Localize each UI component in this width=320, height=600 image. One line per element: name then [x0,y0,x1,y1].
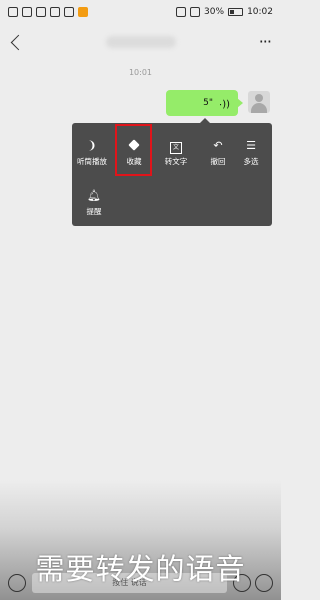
mute-icon [190,7,201,17]
menu-item-label: 转文字 [164,157,188,166]
voice-message-bubble[interactable]: 5" ((· [166,90,243,116]
bell-icon: 🔔︎ [87,189,101,202]
chat-title-blurred [106,36,177,48]
ear-icon: ❩ [87,139,97,152]
chat-header: ··· [0,26,281,58]
status-left-icons [8,7,88,17]
undo-icon: ↶ [213,139,223,152]
eye-icon [176,7,187,17]
menu-item-multi-select[interactable]: ☰ 多选 [231,133,271,173]
status-right: 30% 10:02 [176,7,273,17]
menu-item-label: 多选 [243,157,259,166]
app-notification-icon [64,7,74,17]
text-icon: 文 [170,139,182,154]
menu-item-label: 提醒 [86,207,102,216]
app-notification-icon [78,7,88,17]
app-notification-icon [50,7,60,17]
favorite-highlight-box [115,124,152,176]
message-context-menu: ❩ 听筒播放 收藏 文 转文字 ↶ 撤回 ☰ 多选 🔔︎ 提醒 [72,118,272,226]
list-icon: ☰ [246,139,256,152]
wifi-icon [36,7,46,17]
battery-icon [228,8,244,16]
menu-item-earpiece-play[interactable]: ❩ 听筒播放 [72,133,112,173]
video-caption: 需要转发的语音 [35,552,246,586]
status-bar: 30% 10:02 [0,0,281,24]
avatar[interactable] [248,91,270,113]
menu-item-remind[interactable]: 🔔︎ 提醒 [74,183,114,223]
voice-duration: 5" [203,98,214,108]
signal-icon [22,7,32,17]
message-timestamp: 10:01 [128,68,153,77]
clock: 10:02 [247,7,273,17]
menu-item-label: 撤回 [210,157,226,166]
battery-percent: 30% [204,7,225,17]
voice-wave-icon: ((· [219,97,230,109]
more-icon[interactable]: ··· [259,34,272,50]
back-icon[interactable] [10,34,27,50]
menu-item-convert-to-text[interactable]: 文 转文字 [156,133,196,173]
menu-item-label: 听筒播放 [77,157,107,166]
signal-icon [8,7,18,17]
